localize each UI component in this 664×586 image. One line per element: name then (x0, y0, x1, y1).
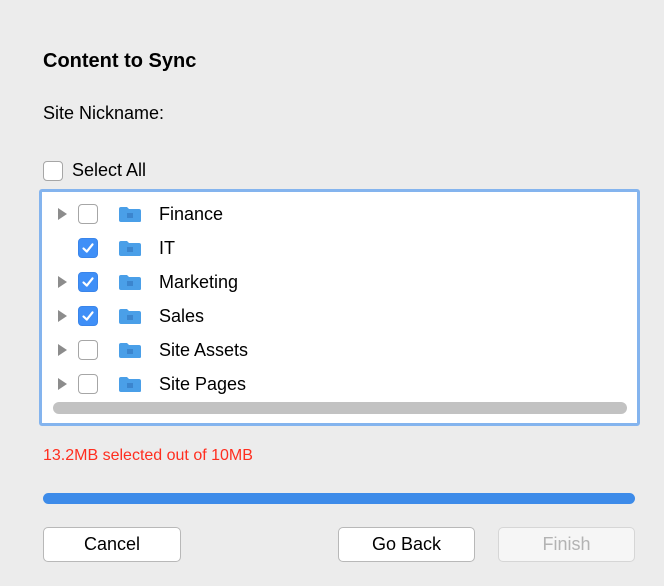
horizontal-scrollbar[interactable] (53, 402, 627, 414)
folder-label: Marketing (159, 271, 239, 292)
folder-icon (119, 240, 141, 256)
folder-icon (119, 206, 141, 222)
folder-checkbox[interactable] (78, 306, 98, 326)
folder-label: Finance (159, 203, 224, 224)
folder-checkbox[interactable] (78, 238, 98, 258)
cancel-button[interactable]: Cancel (43, 527, 181, 562)
folder-checkbox[interactable] (78, 340, 98, 360)
folder-icon (119, 308, 141, 324)
dialog-title: Content to Sync (43, 50, 197, 72)
disclosure-triangle-icon[interactable] (58, 378, 67, 390)
site-nickname-label: Site Nickname: (43, 103, 165, 123)
select-all-control[interactable]: Select All (43, 160, 146, 181)
folder-label: Sales (159, 305, 205, 326)
storage-progress-bar (43, 493, 635, 504)
folder-list[interactable]: Finance IT Marketing Sales Site Assets S… (39, 189, 640, 426)
select-all-label: Select All (72, 160, 147, 180)
sync-dialog: Content to Sync Site Nickname: Select Al… (0, 0, 664, 586)
folder-checkbox[interactable] (78, 272, 98, 292)
disclosure-triangle-icon[interactable] (58, 276, 67, 288)
selection-size-warning: 13.2MB selected out of 10MB (43, 447, 253, 464)
checkmark-icon (82, 311, 94, 321)
folder-icon (119, 376, 141, 392)
disclosure-triangle-icon[interactable] (58, 344, 67, 356)
folder-checkbox[interactable] (78, 204, 98, 224)
folder-icon (119, 342, 141, 358)
folder-icon (119, 274, 141, 290)
checkmark-icon (82, 243, 94, 253)
finish-button[interactable]: Finish (498, 527, 635, 562)
select-all-checkbox[interactable] (43, 160, 63, 181)
disclosure-triangle-icon[interactable] (58, 310, 67, 322)
disclosure-triangle-icon[interactable] (58, 208, 67, 220)
checkmark-icon (82, 277, 94, 287)
folder-label: Site Assets (159, 339, 249, 360)
folder-checkbox[interactable] (78, 374, 98, 394)
go-back-button[interactable]: Go Back (338, 527, 475, 562)
folder-label: IT (159, 237, 175, 258)
folder-label: Site Pages (159, 373, 247, 394)
